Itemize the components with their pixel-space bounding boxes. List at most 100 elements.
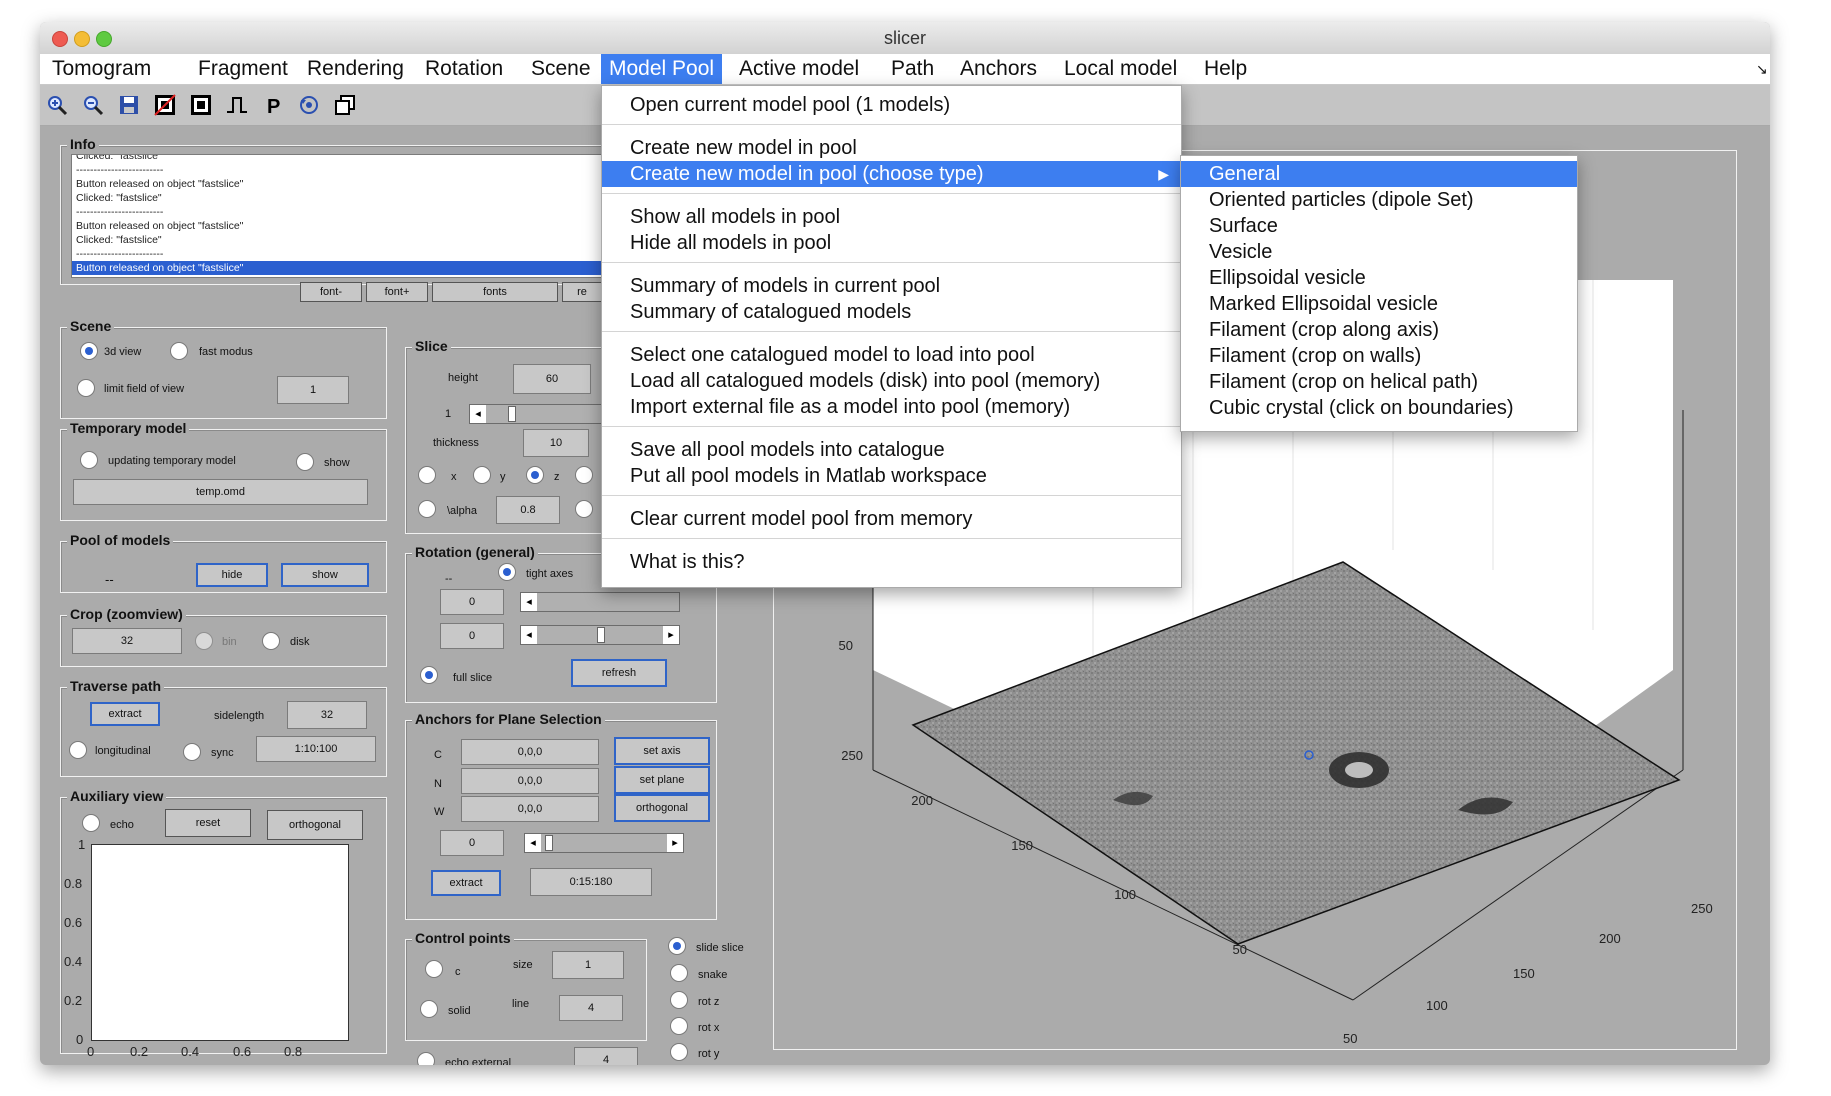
- submenu-item-vesicle[interactable]: Vesicle: [1181, 239, 1577, 265]
- slider-right-arrow-icon[interactable]: ▸: [667, 834, 683, 852]
- submenu-item-filament-axis[interactable]: Filament (crop along axis): [1181, 317, 1577, 343]
- set-axis-button[interactable]: set axis: [614, 737, 710, 765]
- menu-item-put-workspace[interactable]: Put all pool models in Matlab workspace: [602, 463, 1181, 489]
- echo-external-radio[interactable]: [417, 1052, 435, 1065]
- menu-path[interactable]: Path: [883, 54, 942, 84]
- save-icon[interactable]: [118, 94, 140, 116]
- control-c-radio[interactable]: [425, 960, 443, 978]
- slider-left-arrow-icon[interactable]: ◂: [525, 834, 541, 852]
- font-increase-button[interactable]: font+: [366, 282, 428, 302]
- submenu-item-oriented-particles[interactable]: Oriented particles (dipole Set): [1181, 187, 1577, 213]
- control-solid-radio[interactable]: [420, 1000, 438, 1018]
- menu-item-show-all-models[interactable]: Show all models in pool: [602, 204, 1181, 230]
- pool-show-button[interactable]: show: [281, 563, 369, 587]
- submenu-item-filament-walls[interactable]: Filament (crop on walls): [1181, 343, 1577, 369]
- menu-rotation[interactable]: Rotation: [417, 54, 511, 84]
- submenu-item-ellipsoidal-vesicle[interactable]: Ellipsoidal vesicle: [1181, 265, 1577, 291]
- rotation-value-2[interactable]: 0: [440, 623, 504, 649]
- menu-item-load-all-catalogued[interactable]: Load all catalogued models (disk) into p…: [602, 368, 1181, 394]
- anchor-slider-value[interactable]: 0: [440, 830, 504, 856]
- aux-echo-radio[interactable]: [82, 814, 100, 832]
- sync-radio[interactable]: [183, 743, 201, 761]
- menu-item-create-new-model[interactable]: Create new model in pool: [602, 135, 1181, 161]
- menu-rendering[interactable]: Rendering: [299, 54, 412, 84]
- menu-scene[interactable]: Scene: [523, 54, 599, 84]
- anchor-extract-button[interactable]: extract: [431, 870, 501, 896]
- full-slice-radio[interactable]: [420, 666, 438, 684]
- menu-item-what-is-this[interactable]: What is this?: [602, 549, 1181, 575]
- aux-orthogonal-button[interactable]: orthogonal: [267, 810, 363, 840]
- rotation-slider-2[interactable]: ◂ ▸: [520, 625, 680, 645]
- menu-item-create-new-model-choose-type[interactable]: Create new model in pool (choose type) ▶: [602, 161, 1181, 187]
- slice-extra-radio-2[interactable]: [575, 500, 593, 518]
- invert-icon[interactable]: [190, 94, 212, 116]
- auxiliary-plot-area[interactable]: [91, 844, 349, 1041]
- re-button[interactable]: re: [562, 282, 602, 302]
- tight-axes-radio[interactable]: [498, 563, 516, 581]
- font-decrease-button[interactable]: font-: [300, 282, 362, 302]
- crop-size-field[interactable]: 32: [72, 628, 182, 654]
- crop-bin-radio[interactable]: [195, 632, 213, 650]
- scene-fast-modus-radio[interactable]: [170, 342, 188, 360]
- mode-rot-z-radio[interactable]: [670, 991, 688, 1009]
- slice-thickness-field[interactable]: 10: [523, 429, 589, 457]
- temp-model-show-radio[interactable]: [296, 453, 314, 471]
- anchor-n-field[interactable]: 0,0,0: [461, 768, 599, 794]
- slice-alpha-field[interactable]: 0.8: [496, 496, 560, 524]
- menu-local-model[interactable]: Local model: [1056, 54, 1185, 84]
- mode-slide-slice-radio[interactable]: [668, 937, 686, 955]
- menu-item-open-pool[interactable]: Open current model pool (1 models): [602, 92, 1181, 118]
- slider-thumb[interactable]: [508, 406, 516, 422]
- slice-z-radio[interactable]: [526, 466, 544, 484]
- anchor-range-field[interactable]: 0:15:180: [530, 868, 652, 896]
- log-line-selected[interactable]: Button released on object "fastslice": [72, 261, 652, 275]
- aux-reset-button[interactable]: reset: [165, 809, 251, 837]
- fonts-button[interactable]: fonts: [432, 282, 558, 302]
- slider-left-arrow-icon[interactable]: ◂: [470, 405, 486, 423]
- traverse-range-field[interactable]: 1:10:100: [256, 736, 376, 762]
- anchor-slider[interactable]: ◂ ▸: [524, 833, 684, 853]
- anchor-c-field[interactable]: 0,0,0: [461, 739, 599, 765]
- slice-x-radio[interactable]: [418, 466, 436, 484]
- pool-hide-button[interactable]: hide: [196, 563, 268, 587]
- crop-disk-radio[interactable]: [262, 632, 280, 650]
- scene-3d-view-radio[interactable]: [80, 342, 98, 360]
- slider-left-arrow-icon[interactable]: ◂: [521, 593, 537, 611]
- menu-item-summary-current[interactable]: Summary of models in current pool: [602, 273, 1181, 299]
- updating-temp-model-radio[interactable]: [80, 451, 98, 469]
- zoom-in-icon[interactable]: [46, 94, 68, 116]
- mode-snake-radio[interactable]: [670, 964, 688, 982]
- mode-rot-x-radio[interactable]: [670, 1017, 688, 1035]
- scene-limit-field[interactable]: 1: [277, 376, 349, 404]
- menu-item-import-external[interactable]: Import external file as a model into poo…: [602, 394, 1181, 420]
- menu-help[interactable]: Help: [1196, 54, 1255, 84]
- p-icon[interactable]: P: [262, 94, 284, 118]
- slice-alpha-radio[interactable]: [418, 500, 436, 518]
- scene-limit-radio[interactable]: [77, 379, 95, 397]
- control-size-field[interactable]: 1: [552, 951, 624, 979]
- slider-right-arrow-icon[interactable]: ▸: [663, 626, 679, 644]
- rotate-icon[interactable]: [298, 94, 320, 116]
- info-log-list[interactable]: Clicked: "fastslice" -------------------…: [71, 154, 653, 278]
- menu-active-model[interactable]: Active model: [731, 54, 867, 84]
- set-plane-button[interactable]: set plane: [614, 766, 710, 794]
- submenu-item-general[interactable]: General: [1181, 161, 1577, 187]
- menu-anchors[interactable]: Anchors: [952, 54, 1045, 84]
- submenu-item-cubic-crystal[interactable]: Cubic crystal (click on boundaries): [1181, 395, 1577, 421]
- anchor-w-field[interactable]: 0,0,0: [461, 796, 599, 822]
- copy-icon[interactable]: [334, 94, 356, 116]
- slice-extra-radio[interactable]: [575, 466, 593, 484]
- menu-item-hide-all-models[interactable]: Hide all models in pool: [602, 230, 1181, 256]
- menu-item-save-all[interactable]: Save all pool models into catalogue: [602, 437, 1181, 463]
- submenu-item-surface[interactable]: Surface: [1181, 213, 1577, 239]
- longitudinal-radio[interactable]: [69, 741, 87, 759]
- contrast-icon[interactable]: [154, 94, 176, 116]
- pulse-icon[interactable]: [226, 94, 248, 116]
- submenu-item-marked-ellipsoidal[interactable]: Marked Ellipsoidal vesicle: [1181, 291, 1577, 317]
- traverse-extract-button[interactable]: extract: [90, 702, 160, 726]
- rotation-value-1[interactable]: 0: [440, 589, 504, 615]
- temp-model-file-field[interactable]: temp.omd: [73, 479, 368, 505]
- anchor-orthogonal-button[interactable]: orthogonal: [614, 794, 710, 822]
- submenu-item-filament-helical[interactable]: Filament (crop on helical path): [1181, 369, 1577, 395]
- slider-thumb[interactable]: [545, 835, 553, 851]
